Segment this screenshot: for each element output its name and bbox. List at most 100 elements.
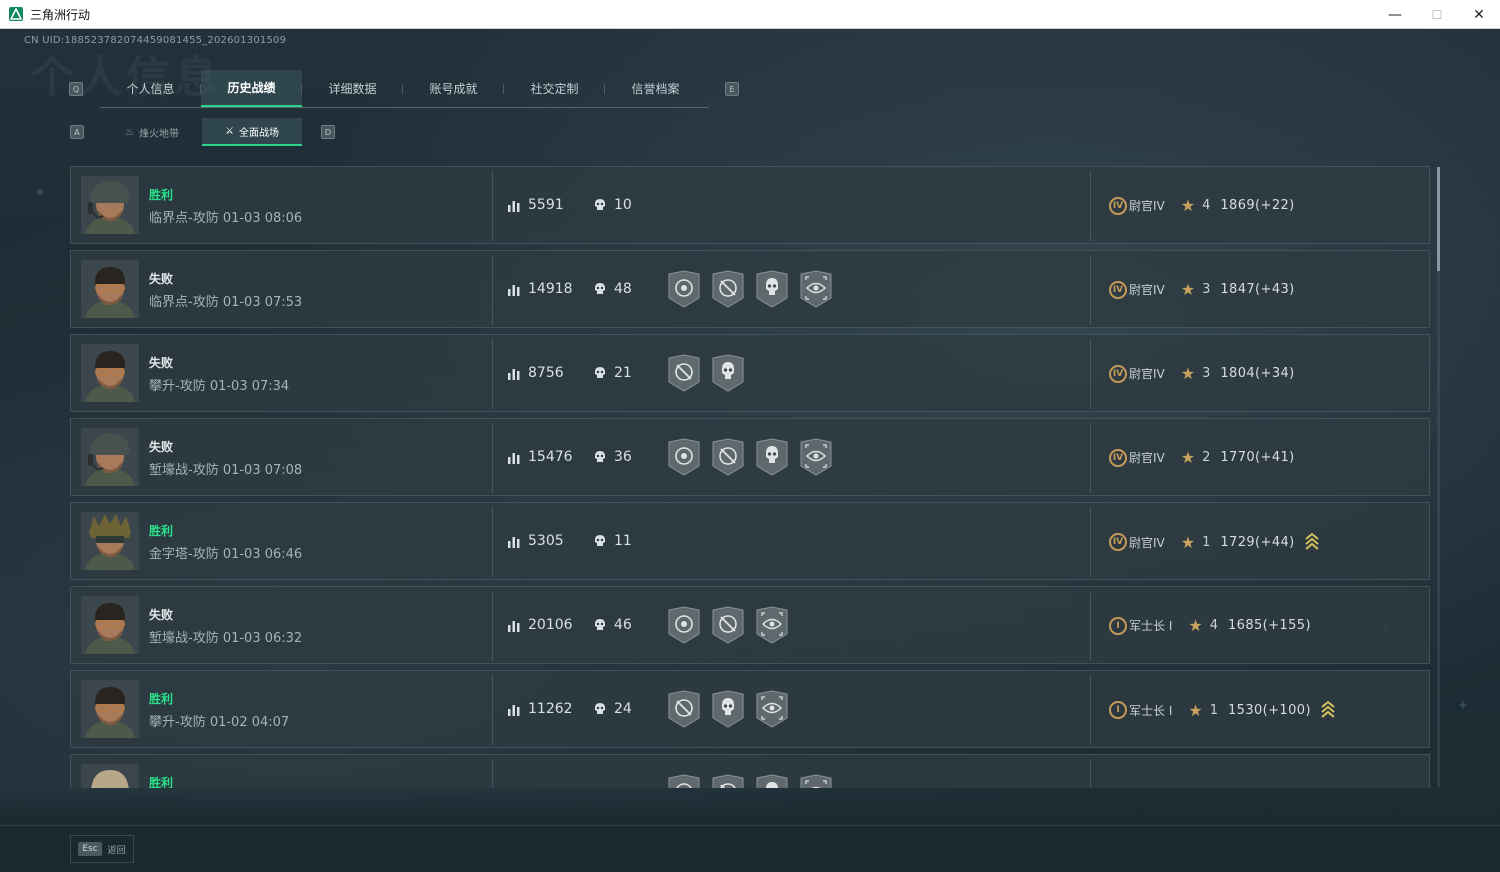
- operator-avatar: [81, 176, 139, 234]
- subtab-1[interactable]: ⚔ 全面战场: [202, 118, 302, 146]
- tab-5[interactable]: 信誉档案: [605, 70, 706, 107]
- prev-tab-key-hint[interactable]: Q: [69, 82, 83, 96]
- tab-4[interactable]: 社交定制: [504, 70, 605, 107]
- score-value: 5305: [528, 533, 564, 549]
- bar-chart-icon: [508, 285, 520, 296]
- tab-1[interactable]: 历史战绩: [201, 70, 302, 107]
- skull-icon: [595, 703, 605, 714]
- decor-plus-icon: +: [35, 185, 46, 199]
- crosshair-badge-icon[interactable]: [711, 438, 745, 476]
- kills-value: 21: [614, 365, 632, 381]
- row-divider: [1090, 675, 1091, 745]
- crosshair-badge-icon[interactable]: [667, 354, 701, 392]
- match-row[interactable]: 失败 堑壕战-攻防 01-03 07:08 15476 36 IV 尉官IV ★ 2 1770(…: [70, 418, 1430, 496]
- match-history-list: 胜利 临界点-攻防 01-03 08:06 5591 10 IV 尉官IV ★ 4 1869(+…: [70, 166, 1430, 788]
- match-result: 胜利: [149, 692, 174, 706]
- star-icon: ★: [1180, 448, 1196, 467]
- bar-chart-icon: [508, 705, 520, 716]
- next-subtab-key-hint[interactable]: D: [321, 125, 335, 139]
- list-scrollbar[interactable]: [1437, 167, 1440, 787]
- target-badge-icon[interactable]: [667, 606, 701, 644]
- match-score: 15476: [507, 449, 573, 465]
- scrollbar-thumb[interactable]: [1437, 167, 1440, 271]
- window-title: 三角洲行动: [30, 7, 91, 22]
- bar-chart-icon: [508, 201, 520, 212]
- kills-value: 36: [614, 449, 632, 465]
- match-row[interactable]: 胜利 金字塔-攻防 01-03 06:46 5305 11 IV 尉官IV ★ 1 1729(+…: [70, 502, 1430, 580]
- rank-points: 1804(+34): [1220, 366, 1295, 381]
- match-map-time: 攀升-攻防 01-03 07:34: [149, 379, 290, 394]
- match-kills: 10: [593, 197, 632, 213]
- match-kills: 21: [593, 365, 632, 381]
- close-button[interactable]: ✕: [1458, 0, 1500, 29]
- star-count: 1: [1202, 534, 1211, 550]
- match-map-time: 堑壕战-攻防 01-03 07:08: [149, 463, 303, 478]
- match-score: 11262: [507, 701, 573, 717]
- subtab-label: 烽火地带: [138, 128, 179, 140]
- back-button[interactable]: Esc 返回: [70, 835, 134, 863]
- match-rank-info: IV 尉官IV ★ 4 1869(+22): [1109, 196, 1295, 215]
- star-icon: ★: [1180, 196, 1196, 215]
- match-result: 失败: [149, 440, 174, 454]
- esc-key-hint: Esc: [78, 842, 102, 856]
- maximize-button[interactable]: ☐: [1416, 0, 1458, 29]
- rank-points: 1847(+43): [1220, 282, 1295, 297]
- star-count: 1: [1209, 702, 1218, 718]
- match-rank-info: IV 尉官IV ★ 3 1804(+34): [1109, 364, 1295, 383]
- match-result: 失败: [149, 272, 174, 286]
- operator-avatar: [81, 680, 139, 738]
- skull-badge-icon[interactable]: [755, 270, 789, 308]
- skull-star-badge-icon[interactable]: [711, 354, 745, 392]
- crosshair-badge-icon[interactable]: [667, 690, 701, 728]
- match-badges: [667, 606, 789, 644]
- match-kills: 36: [593, 449, 632, 465]
- crosshair-badge-icon[interactable]: [711, 606, 745, 644]
- rank-name: 军士长 I: [1129, 619, 1173, 633]
- match-rank-info: I 军士长 I ★ 4 1685(+155): [1109, 616, 1311, 635]
- tab-2[interactable]: 详细数据: [302, 70, 403, 107]
- rank-emblem-icon: IV: [1109, 448, 1127, 467]
- row-divider: [492, 759, 493, 788]
- operator-avatar: [81, 764, 139, 788]
- crosshair-badge-icon[interactable]: [711, 270, 745, 308]
- target-badge-icon[interactable]: [667, 270, 701, 308]
- match-map-time: 攀升-攻防 01-02 04:07: [149, 715, 290, 730]
- eye-badge-icon[interactable]: [799, 270, 833, 308]
- minimize-button[interactable]: —: [1374, 0, 1416, 29]
- eye-badge-icon[interactable]: [755, 690, 789, 728]
- eye-badge-icon[interactable]: [799, 774, 833, 788]
- star-icon: ★: [1188, 616, 1203, 635]
- match-row[interactable]: 胜利: [70, 754, 1430, 788]
- rank-emblem-icon: I: [1109, 701, 1127, 719]
- crosshair-badge-icon[interactable]: [711, 774, 745, 788]
- skull-badge-icon[interactable]: [755, 438, 789, 476]
- tab-3[interactable]: 账号成就: [403, 70, 504, 107]
- match-row[interactable]: 胜利 临界点-攻防 01-03 08:06 5591 10 IV 尉官IV ★ 4 1869(+…: [70, 166, 1430, 244]
- match-map-time: 金字塔-攻防 01-03 06:46: [149, 547, 303, 562]
- next-tab-key-hint[interactable]: E: [725, 82, 739, 96]
- rank-name: 军士长 I: [1129, 703, 1173, 718]
- tab-0[interactable]: 个人信息: [100, 70, 201, 107]
- skull-badge-icon[interactable]: [755, 774, 789, 788]
- match-rank-info: IV 尉官IV ★ 3 1847(+43): [1109, 280, 1295, 299]
- eye-badge-icon[interactable]: [755, 606, 789, 644]
- eye-badge-icon[interactable]: [799, 438, 833, 476]
- star-count: 2: [1202, 450, 1211, 465]
- target-badge-icon[interactable]: [667, 438, 701, 476]
- skull-star-badge-icon[interactable]: [711, 690, 745, 728]
- match-row[interactable]: 失败 攀升-攻防 01-03 07:34 8756 21 IV 尉官IV ★ 3 1804(+3…: [70, 334, 1430, 412]
- row-divider: [492, 423, 493, 493]
- star-count: 3: [1202, 282, 1211, 297]
- target-badge-icon[interactable]: [667, 774, 701, 788]
- app-logo-icon: [9, 7, 23, 21]
- match-row[interactable]: 失败 临界点-攻防 01-03 07:53 14918 48 IV 尉官IV ★ 3 1847(…: [70, 250, 1430, 328]
- fire-zone-icon: ♨: [125, 126, 134, 138]
- star-icon: ★: [1180, 280, 1196, 299]
- score-value: 14918: [528, 281, 573, 297]
- operator-avatar: [81, 428, 139, 486]
- match-row[interactable]: 失败 堑壕战-攻防 01-03 06:32 20106 46 I 军士长 I ★ 4 1685(…: [70, 586, 1430, 664]
- prev-subtab-key-hint[interactable]: A: [70, 125, 84, 139]
- match-row[interactable]: 胜利 攀升-攻防 01-02 04:07 11262 24 I 军士长 I ★ 1 1530(+…: [70, 670, 1430, 748]
- rank-name: 尉官IV: [1129, 451, 1165, 465]
- subtab-0[interactable]: ♨ 烽火地带: [102, 118, 202, 146]
